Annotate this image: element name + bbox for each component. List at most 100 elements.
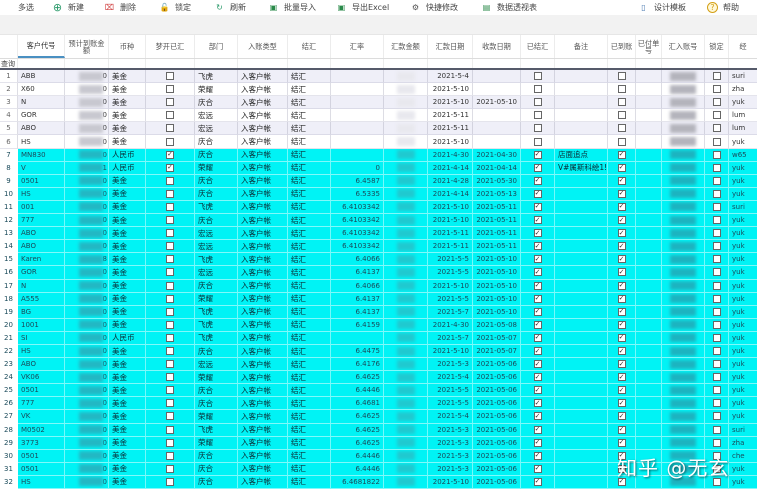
locked-checkbox[interactable] — [712, 438, 721, 447]
cell-expected-amount[interactable]: 0 — [65, 305, 109, 319]
cell-paid-number[interactable] — [636, 253, 662, 267]
cell-rate[interactable]: 6.4625 — [331, 410, 384, 424]
cell-receive-date[interactable]: 2021-05-10 — [473, 279, 521, 293]
filter-input[interactable] — [146, 59, 195, 68]
cell-settled[interactable]: ✓ — [521, 318, 555, 332]
toolbar-button-7[interactable]: ⚙ 快捷修改 — [410, 0, 458, 15]
cell-remit-amount[interactable] — [384, 174, 428, 188]
cell-paid[interactable] — [146, 227, 195, 241]
cell-remit-amount[interactable] — [384, 410, 428, 424]
cell-customer-code[interactable]: GOR — [18, 109, 65, 123]
cell-fx[interactable]: 结汇 — [288, 384, 331, 398]
cell-remit-amount[interactable] — [384, 292, 428, 306]
cell-paid[interactable] — [146, 135, 195, 149]
cell-locked[interactable] — [705, 70, 729, 84]
cell-note[interactable] — [555, 122, 608, 136]
cell-remit-date[interactable]: 2021-4-14 — [428, 187, 473, 201]
cell-remit-amount[interactable] — [384, 331, 428, 345]
cell-fx[interactable]: 结汇 — [288, 462, 331, 476]
cell-remit-amount[interactable] — [384, 358, 428, 372]
settled-checkbox[interactable]: ✓ — [533, 307, 542, 316]
cell-account[interactable] — [662, 331, 705, 345]
cell-department[interactable]: 飞虎 — [195, 318, 238, 332]
cell-rate[interactable]: 6.4103342 — [331, 227, 384, 241]
column-header[interactable]: 汇率 — [331, 35, 384, 58]
cell-fx[interactable]: 结汇 — [288, 135, 331, 149]
cell-customer-code[interactable]: 3773 — [18, 436, 65, 450]
cell-account[interactable] — [662, 70, 705, 84]
settled-checkbox[interactable]: ✓ — [533, 412, 542, 421]
cell-account[interactable] — [662, 266, 705, 280]
cell-user[interactable]: yuk — [729, 384, 757, 398]
cell-customer-code[interactable]: ABB — [18, 70, 65, 84]
cell-note[interactable] — [555, 410, 608, 424]
cell-remit-date[interactable]: 2021-5-10 — [428, 279, 473, 293]
cell-remit-date[interactable]: 2021-5-10 — [428, 83, 473, 97]
filter-input[interactable] — [428, 59, 473, 68]
cell-remit-date[interactable]: 2021-5-11 — [428, 122, 473, 136]
paid-checkbox[interactable] — [166, 333, 174, 342]
cell-customer-code[interactable]: 0501 — [18, 449, 65, 463]
paid-checkbox[interactable]: ✓ — [166, 150, 174, 159]
cell-user[interactable]: yuk — [729, 358, 757, 372]
settled-checkbox[interactable] — [533, 124, 542, 133]
cell-customer-code[interactable]: 777 — [18, 397, 65, 411]
cell-settled[interactable]: ✓ — [521, 462, 555, 476]
paid-checkbox[interactable] — [166, 464, 174, 473]
paid-checkbox[interactable] — [166, 373, 174, 382]
cell-entry-type[interactable]: 入客户帐 — [238, 371, 288, 385]
cell-settled[interactable]: ✓ — [521, 148, 555, 162]
locked-checkbox[interactable] — [712, 294, 721, 303]
settled-checkbox[interactable]: ✓ — [533, 477, 542, 486]
settled-checkbox[interactable]: ✓ — [533, 176, 542, 185]
settled-checkbox[interactable] — [533, 85, 542, 94]
filter-input[interactable] — [109, 59, 146, 68]
column-header[interactable]: 入账类型 — [238, 35, 288, 58]
settled-checkbox[interactable]: ✓ — [533, 464, 542, 473]
cell-settled[interactable]: ✓ — [521, 475, 555, 489]
filter-input[interactable] — [608, 59, 636, 68]
cell-paid-number[interactable] — [636, 109, 662, 123]
cell-receive-date[interactable]: 2021-05-06 — [473, 462, 521, 476]
cell-paid[interactable] — [146, 436, 195, 450]
cell-arrived[interactable]: ✓ — [608, 200, 636, 215]
cell-remit-amount[interactable] — [384, 148, 428, 162]
cell-settled[interactable]: ✓ — [521, 214, 555, 228]
cell-arrived[interactable] — [608, 109, 636, 123]
cell-entry-type[interactable]: 入客户帐 — [238, 358, 288, 372]
cell-department[interactable]: 庆合 — [195, 384, 238, 398]
cell-note[interactable] — [555, 475, 608, 489]
cell-settled[interactable]: ✓ — [521, 266, 555, 280]
cell-paid-number[interactable] — [636, 200, 662, 215]
cell-receive-date[interactable]: 2021-04-30 — [473, 148, 521, 162]
filter-input[interactable] — [331, 59, 384, 68]
paid-checkbox[interactable] — [166, 72, 174, 81]
cell-entry-type[interactable]: 入客户帐 — [238, 423, 288, 437]
arrived-checkbox[interactable] — [617, 98, 626, 107]
cell-remit-amount[interactable] — [384, 135, 428, 149]
cell-currency[interactable]: 美金 — [109, 318, 146, 332]
cell-user[interactable]: yuk — [729, 240, 757, 254]
cell-paid[interactable] — [146, 410, 195, 424]
arrived-checkbox[interactable]: ✓ — [617, 412, 626, 421]
settled-checkbox[interactable]: ✓ — [533, 320, 542, 329]
cell-receive-date[interactable]: 2021-05-10 — [473, 253, 521, 267]
cell-settled[interactable]: ✓ — [521, 371, 555, 385]
cell-account[interactable] — [662, 318, 705, 332]
cell-locked[interactable] — [705, 135, 729, 149]
cell-note[interactable]: 店面追点 — [555, 148, 608, 162]
cell-locked[interactable] — [705, 371, 729, 385]
cell-currency[interactable]: 美金 — [109, 397, 146, 411]
arrived-checkbox[interactable]: ✓ — [617, 150, 626, 159]
cell-expected-amount[interactable]: 0 — [65, 358, 109, 372]
table-row[interactable]: 5 ABO 0 美金 宏远 入客户帐 结汇 2021-5-11 lum — [0, 122, 757, 136]
paid-checkbox[interactable] — [166, 477, 174, 486]
cell-remit-date[interactable]: 2021-5-5 — [428, 266, 473, 280]
settled-checkbox[interactable] — [533, 137, 542, 146]
settled-checkbox[interactable]: ✓ — [533, 150, 542, 159]
cell-rate[interactable]: 6.4176 — [331, 358, 384, 372]
cell-currency[interactable]: 美金 — [109, 292, 146, 306]
column-header[interactable]: 已到账 — [608, 35, 636, 58]
cell-entry-type[interactable]: 入客户帐 — [238, 462, 288, 476]
cell-department[interactable]: 荣耀 — [195, 83, 238, 97]
